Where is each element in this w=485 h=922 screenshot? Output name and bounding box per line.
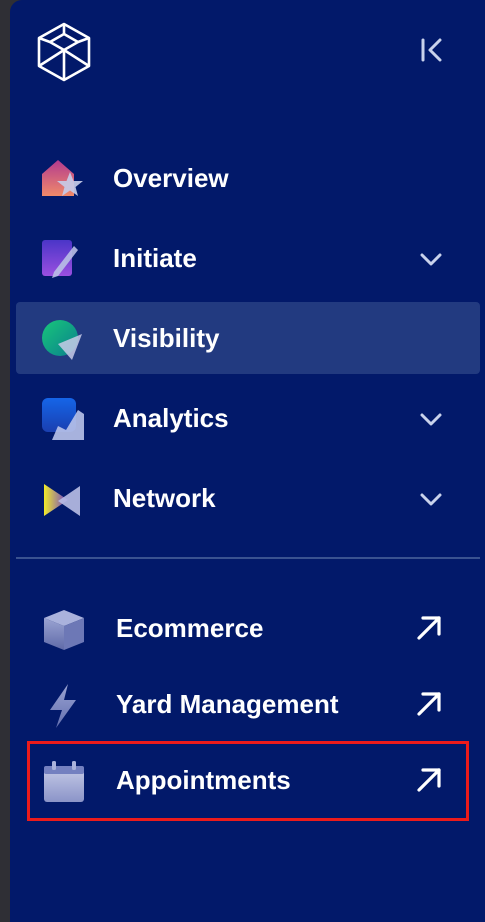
nav-label-network: Network: [113, 483, 216, 513]
external-arrow-icon: [414, 765, 444, 795]
sidebar: Overview Initiate Visibility Analytics N…: [10, 0, 485, 922]
nav-item-initiate[interactable]: Initiate: [16, 222, 480, 294]
ecommerce-box-icon: [40, 606, 88, 654]
nav-item-network[interactable]: Network: [16, 462, 480, 534]
network-icon: [38, 476, 86, 524]
nav-label-overview: Overview: [113, 163, 229, 193]
nav-item-analytics[interactable]: Analytics: [16, 382, 480, 454]
external-link-ecommerce[interactable]: Ecommerce: [26, 592, 469, 664]
initiate-icon: [38, 236, 86, 284]
calendar-icon: [40, 758, 88, 806]
chevron-down-icon[interactable]: [418, 407, 444, 431]
nav-item-overview[interactable]: Overview: [16, 142, 480, 214]
analytics-icon: [38, 396, 86, 444]
chevron-down-icon[interactable]: [418, 247, 444, 271]
cube-logo-icon[interactable]: [34, 20, 94, 86]
nav-item-visibility[interactable]: Visibility: [16, 302, 480, 374]
external-link-appointments[interactable]: Appointments: [26, 744, 469, 816]
overview-icon: [38, 156, 86, 204]
lightning-icon: [40, 682, 88, 730]
nav-label-analytics: Analytics: [113, 403, 229, 433]
external-arrow-icon: [414, 613, 444, 643]
nav-label-visibility: Visibility: [113, 323, 220, 353]
chevron-down-icon[interactable]: [418, 487, 444, 511]
external-label-yard-management: Yard Management: [116, 689, 339, 719]
external-label-ecommerce: Ecommerce: [116, 613, 264, 643]
section-divider: [16, 557, 480, 559]
external-link-yard-management[interactable]: Yard Management: [26, 668, 469, 740]
visibility-icon: [38, 316, 86, 364]
nav-label-initiate: Initiate: [113, 243, 197, 273]
external-label-appointments: Appointments: [116, 765, 291, 795]
external-arrow-icon: [414, 689, 444, 719]
collapse-sidebar-icon[interactable]: [418, 34, 448, 66]
